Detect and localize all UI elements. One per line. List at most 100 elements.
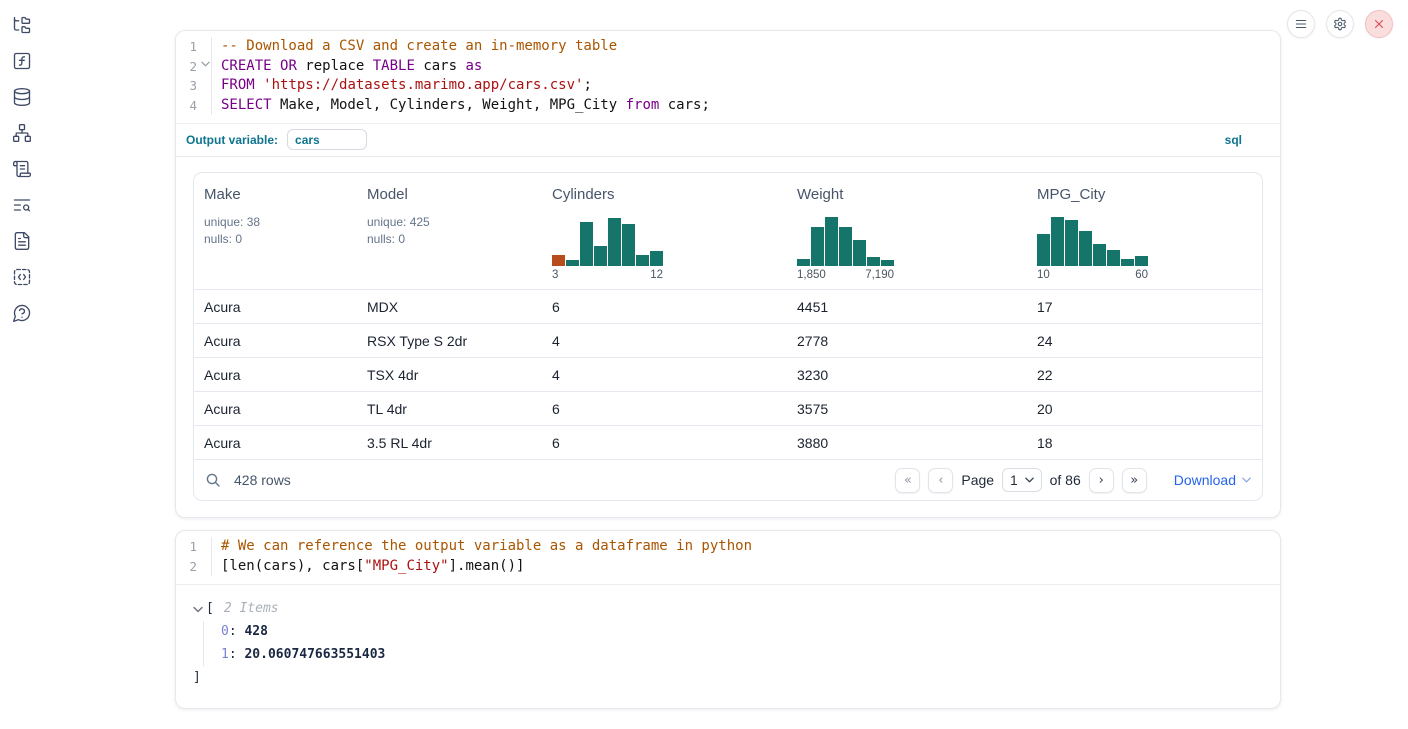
logs-search-icon[interactable] (11, 194, 33, 216)
table-cell: Acura (194, 358, 357, 391)
line-number: 2 (176, 57, 212, 77)
table-cell: 4 (542, 358, 787, 391)
column-header-make[interactable]: Makeunique: 38nulls: 0 (194, 173, 357, 289)
line-number: 4 (176, 96, 212, 116)
column-histogram: 1060 (1037, 214, 1252, 281)
hist-max-label: 7,190 (865, 269, 894, 281)
table-cell: Acura (194, 426, 357, 459)
column-name: Make (204, 186, 347, 203)
table-row[interactable]: AcuraMDX6445117 (194, 289, 1262, 323)
download-button[interactable]: Download (1174, 472, 1251, 488)
table-cell: 2778 (787, 324, 1027, 357)
dependency-graph-icon[interactable] (11, 122, 33, 144)
column-header-model[interactable]: Modelunique: 425nulls: 0 (357, 173, 542, 289)
table-cell: 4451 (787, 290, 1027, 323)
histogram-bar (566, 260, 579, 266)
snippets-icon[interactable] (11, 266, 33, 288)
documentation-icon[interactable] (11, 230, 33, 252)
pagination: « ‹ Page 1 of 86 › » Download (895, 468, 1251, 493)
help-icon[interactable] (11, 302, 33, 324)
page-select[interactable]: 1 (1002, 468, 1042, 492)
python-output-tree: [ 2 Items 0: 4281: 20.060747663551403 ] (176, 584, 1280, 708)
code-line: 2CREATE OR replace TABLE cars as (176, 57, 1280, 77)
hist-min-label: 1,850 (797, 269, 826, 281)
column-name: Model (367, 186, 532, 203)
close-bracket: ] (193, 668, 1280, 688)
next-page-button[interactable]: › (1089, 468, 1114, 493)
chevron-down-icon (1025, 477, 1034, 483)
database-icon[interactable] (11, 86, 33, 108)
collapse-chevron-icon[interactable] (193, 606, 203, 613)
table-footer: 428 rows « ‹ Page 1 of 86 › » Do (194, 459, 1262, 500)
function-square-icon[interactable] (11, 50, 33, 72)
table-cell: 3880 (787, 426, 1027, 459)
histogram-bar (797, 259, 810, 266)
column-stat: nulls: 0 (204, 231, 347, 248)
first-page-button[interactable]: « (895, 468, 920, 493)
python-cell: 1# We can reference the output variable … (175, 530, 1281, 709)
table-cell: MDX (357, 290, 542, 323)
previous-page-button[interactable]: ‹ (928, 468, 953, 493)
column-stat: unique: 425 (367, 214, 532, 231)
table-cell: 22 (1027, 358, 1262, 391)
column-header-mpg_city[interactable]: MPG_City1060 (1027, 173, 1262, 289)
column-header-weight[interactable]: Weight1,8507,190 (787, 173, 1027, 289)
histogram-bar (594, 246, 607, 266)
sql-cell: 1-- Download a CSV and create an in-memo… (175, 30, 1281, 518)
histogram-bar (867, 257, 880, 266)
column-header-cylinders[interactable]: Cylinders 312 (542, 173, 787, 289)
fold-chevron-icon[interactable] (201, 61, 210, 67)
output-variable-input[interactable] (287, 129, 367, 150)
search-icon[interactable] (205, 472, 221, 488)
scratchpad-icon[interactable] (11, 158, 33, 180)
line-number: 1 (176, 37, 212, 57)
chevron-down-icon (1242, 477, 1251, 483)
menu-button[interactable] (1287, 10, 1315, 38)
table-cell: 18 (1027, 426, 1262, 459)
python-code-editor[interactable]: 1# We can reference the output variable … (176, 531, 1280, 584)
line-number: 2 (176, 557, 212, 577)
page-total-label: of 86 (1050, 472, 1081, 488)
code-line: 3FROM 'https://datasets.marimo.app/cars.… (176, 76, 1280, 96)
histogram-bar (580, 222, 593, 266)
hist-min-label: 3 (552, 269, 558, 281)
items-count-label: 2 Items (224, 599, 279, 619)
table-row[interactable]: AcuraTL 4dr6357520 (194, 391, 1262, 425)
table-cell: 4 (542, 324, 787, 357)
table-body: AcuraMDX6445117AcuraRSX Type S 2dr427782… (194, 289, 1262, 459)
histogram-bar (1093, 244, 1106, 266)
table-row[interactable]: AcuraRSX Type S 2dr4277824 (194, 323, 1262, 357)
histogram-bar (839, 227, 852, 266)
tree-entry-value: 20.060747663551403 (244, 647, 385, 662)
histogram-bar (650, 251, 663, 266)
sql-cell-output: Makeunique: 38nulls: 0 Model unique: 425 nu… (176, 157, 1280, 517)
table-row[interactable]: AcuraTSX 4dr4323022 (194, 357, 1262, 391)
tree-entry-value: 428 (244, 624, 267, 639)
language-badge: sql (1225, 133, 1270, 147)
settings-button[interactable] (1326, 10, 1354, 38)
row-count: 428 rows (234, 472, 291, 488)
shutdown-button[interactable] (1365, 10, 1393, 38)
histogram-bar (1051, 217, 1064, 266)
histogram-bar (1037, 234, 1050, 266)
histogram-bar (552, 255, 565, 266)
column-name: Cylinders (552, 186, 777, 203)
page-select-value: 1 (1010, 473, 1018, 488)
table-cell: Acura (194, 392, 357, 425)
tree-entry-index: 1 (221, 647, 229, 662)
histogram-bar (608, 218, 621, 266)
last-page-button[interactable]: » (1122, 468, 1147, 493)
table-cell: 24 (1027, 324, 1262, 357)
column-histogram: 312 (552, 214, 777, 281)
sql-code-editor[interactable]: 1-- Download a CSV and create an in-memo… (176, 31, 1280, 123)
code-line: 2[len(cars), cars["MPG_City"].mean()] (176, 557, 1280, 577)
table-cell: TL 4dr (357, 392, 542, 425)
histogram-bar (622, 224, 635, 266)
table-cell: Acura (194, 324, 357, 357)
file-tree-icon[interactable] (11, 14, 33, 36)
page-label: Page (961, 472, 994, 488)
line-number: 1 (176, 537, 212, 557)
hist-max-label: 60 (1135, 269, 1148, 281)
table-row[interactable]: Acura3.5 RL 4dr6388018 (194, 425, 1262, 459)
notebook-controls (1287, 10, 1393, 38)
